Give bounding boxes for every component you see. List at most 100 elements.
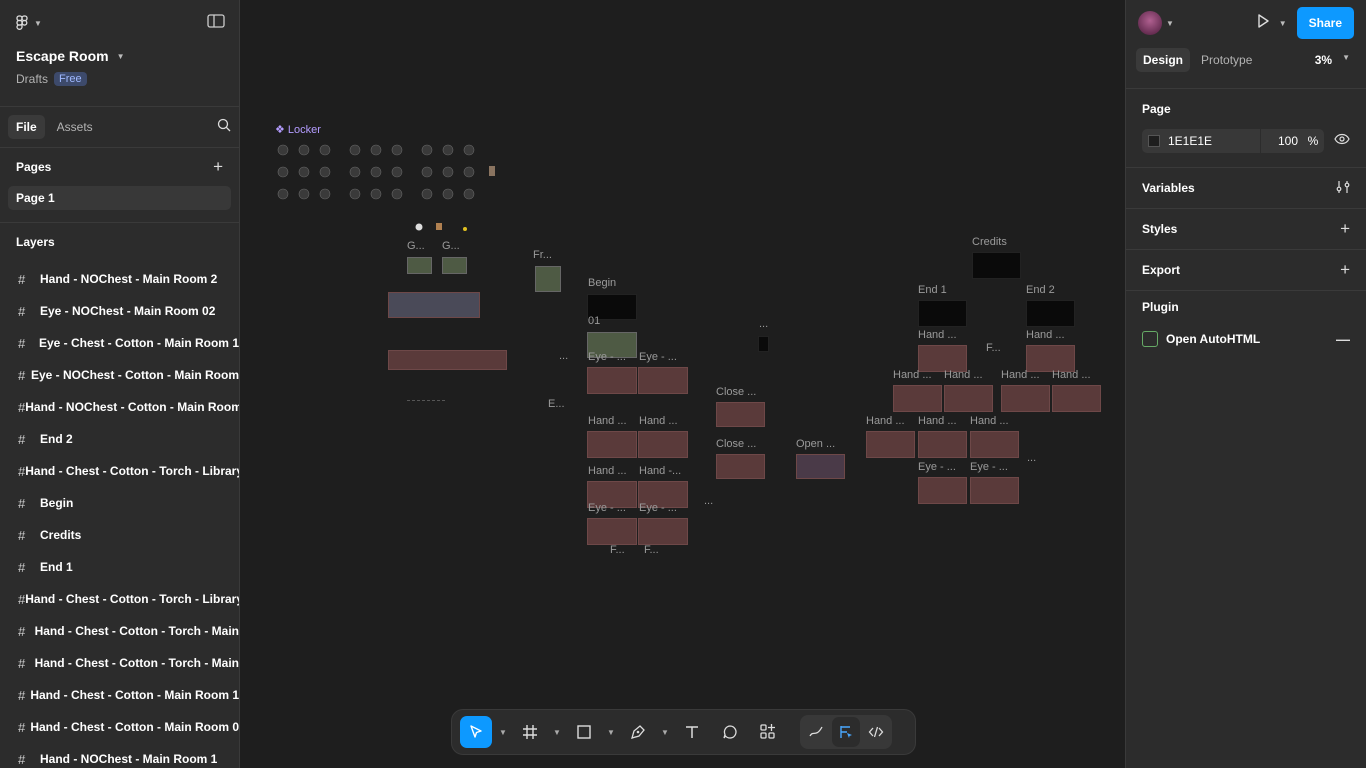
frame-label[interactable]: F... [610,544,625,556]
plugin-item[interactable]: Open AutoHTML — [1142,323,1350,355]
layer-item[interactable]: # Hand - NOChest - Main Room 1 [0,743,239,768]
dev-mode-button[interactable] [862,717,890,747]
frame-end-2[interactable] [1026,300,1075,327]
frame-label[interactable]: Eye - ... [970,461,1008,473]
frame-label[interactable]: Open ... [796,438,835,450]
frame-label[interactable]: Hand -... [639,465,681,477]
frame-label[interactable]: Close ... [716,438,756,450]
frame-label[interactable]: E... [548,398,565,410]
frame-label[interactable]: Hand ... [944,369,983,381]
frame-thumb[interactable] [944,385,993,412]
page-opacity[interactable]: 100 [1260,129,1302,153]
frame-label[interactable]: Hand ... [866,415,905,427]
move-tool-button[interactable] [460,716,492,748]
layer-item[interactable]: # Hand - NOChest - Cotton - Main Room [0,391,239,423]
sidebar-toggle-icon[interactable] [207,13,225,33]
pen-tool-button[interactable] [622,716,654,748]
frame-label[interactable]: Hand ... [639,415,678,427]
design-canvas[interactable]: ❖ Locker G... G... Fr... Begin 01 Eye - … [241,0,1125,768]
frame-label[interactable]: ... [1027,452,1036,464]
frame-label[interactable]: G... [407,240,425,252]
design-mode-button[interactable] [832,717,860,747]
main-menu-button[interactable]: ▼ [16,15,42,31]
frame-tool-button[interactable] [514,716,546,748]
frame-end-1[interactable] [918,300,967,327]
frame-thumb[interactable] [1026,345,1075,372]
frame-label[interactable]: Hand ... [970,415,1009,427]
color-swatch[interactable] [1148,135,1160,147]
layer-item[interactable]: # Hand - NOChest - Main Room 2 [0,263,239,295]
layer-item[interactable]: # Hand - Chest - Cotton - Main Room 1 [0,679,239,711]
frame-thumb[interactable] [893,385,942,412]
frame-label[interactable]: Eye - ... [639,351,677,363]
actions-tool-button[interactable] [752,716,784,748]
file-title[interactable]: Escape Room ▼ [16,46,223,66]
tab-file[interactable]: File [8,115,45,139]
frame-label[interactable]: Eye - ... [588,351,626,363]
variables-settings-icon[interactable] [1336,180,1350,197]
layer-item[interactable]: # Begin [0,487,239,519]
frame-label[interactable]: Hand ... [893,369,932,381]
search-icon[interactable] [217,118,231,137]
page-color-hex[interactable]: 1E1E1E [1168,134,1260,148]
frame-label[interactable]: Hand ... [918,415,957,427]
frame-thumb[interactable] [388,292,480,318]
frame-credits[interactable] [972,252,1021,279]
text-tool-button[interactable] [676,716,708,748]
frame-thumb[interactable] [388,350,507,370]
frame-thumb[interactable] [796,454,845,479]
layer-item[interactable]: # Hand - Chest - Cotton - Torch - Main [0,615,239,647]
frame-label[interactable]: Close ... [716,386,756,398]
frame-thumb[interactable] [587,431,637,458]
add-page-icon[interactable]: + [213,157,223,177]
frame-thumb[interactable] [918,345,967,372]
frame-label[interactable]: Eye - ... [639,502,677,514]
add-export-icon[interactable]: + [1340,260,1350,280]
location-label[interactable]: Drafts [16,72,48,86]
frame-thumb[interactable] [970,431,1019,458]
tab-design[interactable]: Design [1136,48,1191,72]
page-color-field[interactable]: 1E1E1E 100 % [1142,129,1324,153]
shape-tool-button[interactable] [568,716,600,748]
frame-label[interactable]: F... [986,342,1001,354]
chevron-down-icon[interactable]: ▼ [552,728,562,737]
frame-label[interactable]: F... [644,544,659,556]
page-item-page-1[interactable]: Page 1 [8,186,231,210]
frame-thumb[interactable] [1001,385,1050,412]
zoom-control[interactable]: 3% ▼ [1315,53,1356,67]
chevron-down-icon[interactable]: ▼ [1279,19,1287,28]
frame-label[interactable]: Hand ... [1001,369,1040,381]
layer-item[interactable]: # Hand - Chest - Cotton - Torch - Library [0,455,239,487]
tab-assets[interactable]: Assets [49,115,101,139]
frame-thumb[interactable] [587,367,637,394]
frame-thumb[interactable] [442,257,467,274]
add-style-icon[interactable]: + [1340,219,1350,239]
layer-item[interactable]: # Hand - Chest - Cotton - Torch - Library [0,583,239,615]
frame-thumb[interactable] [535,266,561,292]
locker-component-grid[interactable] [265,130,505,210]
share-button[interactable]: Share [1296,7,1354,39]
frame-thumb[interactable] [587,518,637,545]
chevron-down-icon[interactable]: ▼ [606,728,616,737]
frame-label[interactable]: ... [559,350,568,362]
frame-thumb[interactable] [918,477,967,504]
frame-thumb[interactable] [1052,385,1101,412]
frame-thumb[interactable] [638,367,688,394]
layer-item[interactable]: # End 2 [0,423,239,455]
layer-item[interactable]: # Credits [0,519,239,551]
frame-thumb[interactable] [866,431,915,458]
layer-item[interactable]: # Eye - Chest - Cotton - Main Room 1 [0,327,239,359]
chevron-down-icon[interactable]: ▼ [660,728,670,737]
frame-thumb[interactable] [758,336,769,352]
frame-label[interactable]: Begin [588,277,616,289]
avatar[interactable] [1138,11,1162,35]
frame-label[interactable]: ... [759,318,768,330]
frame-thumb[interactable] [918,431,967,458]
frame-label[interactable]: Eye - ... [588,502,626,514]
frame-thumb[interactable] [407,257,432,274]
tab-prototype[interactable]: Prototype [1194,48,1259,72]
layer-item[interactable]: # Eye - NOChest - Cotton - Main Room [0,359,239,391]
comment-tool-button[interactable] [714,716,746,748]
frame-label[interactable]: End 2 [1026,284,1055,296]
frame-label[interactable]: End 1 [918,284,947,296]
